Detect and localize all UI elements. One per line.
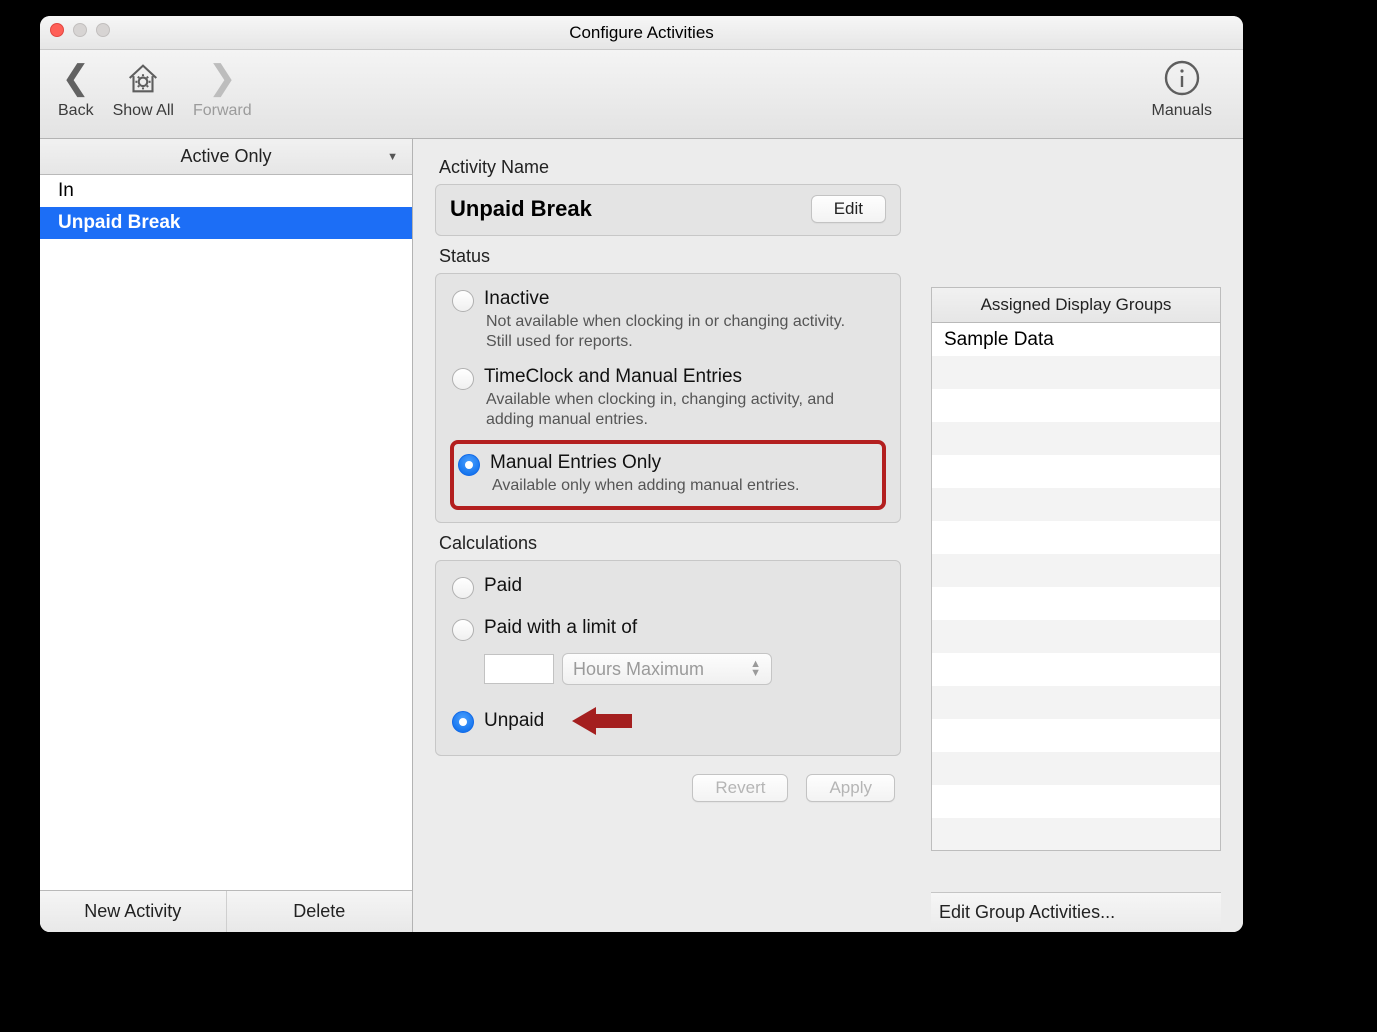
select-value: Hours Maximum (573, 659, 704, 680)
status-option-timeclock-manual[interactable]: TimeClock and Manual Entries Available w… (450, 362, 886, 434)
window-title: Configure Activities (569, 23, 714, 43)
option-title: TimeClock and Manual Entries (484, 366, 866, 388)
group-row (932, 389, 1220, 422)
traffic-lights (50, 23, 110, 37)
body: Active Only ▼ In Unpaid Break New Activi… (40, 139, 1243, 932)
revert-button: Revert (692, 774, 788, 802)
list-item[interactable]: Unpaid Break (40, 207, 412, 239)
manuals-label: Manuals (1152, 102, 1212, 120)
groups-list: Sample Data (931, 323, 1221, 851)
calc-option-unpaid[interactable]: Unpaid (450, 699, 886, 743)
activity-name-label: Activity Name (439, 157, 901, 178)
option-title: Paid with a limit of (484, 617, 637, 639)
activity-list: In Unpaid Break (40, 175, 412, 890)
forward-button: ❯ Forward (193, 56, 252, 120)
option-desc: Available only when adding manual entrie… (492, 476, 799, 496)
limit-value-input[interactable] (484, 654, 554, 684)
option-desc: Available when clocking in, changing act… (486, 390, 866, 430)
calc-option-paid[interactable]: Paid (450, 571, 886, 603)
group-row (932, 587, 1220, 620)
show-all-button[interactable]: Show All (113, 56, 174, 120)
status-panel: Inactive Not available when clocking in … (435, 273, 901, 523)
group-row[interactable]: Sample Data (932, 323, 1220, 356)
info-icon (1162, 56, 1202, 100)
arrow-annotation-icon (572, 703, 632, 739)
group-row (932, 356, 1220, 389)
group-row (932, 521, 1220, 554)
group-row (932, 554, 1220, 587)
edit-button[interactable]: Edit (811, 195, 886, 223)
sidebar: Active Only ▼ In Unpaid Break New Activi… (40, 139, 413, 932)
radio-icon (458, 454, 480, 476)
edit-group-activities-button[interactable]: Edit Group Activities... (931, 892, 1221, 932)
list-item[interactable]: In (40, 175, 412, 207)
highlight-annotation: Manual Entries Only Available only when … (450, 440, 886, 510)
new-activity-button[interactable]: New Activity (40, 891, 227, 932)
main: Activity Name Unpaid Break Edit Status I… (413, 139, 1243, 932)
close-icon[interactable] (50, 23, 64, 37)
status-option-manual-only[interactable]: Manual Entries Only Available only when … (456, 448, 876, 500)
toolbar: ❮ Back Show All ❯ Forward (40, 50, 1243, 139)
status-label: Status (439, 246, 901, 267)
group-row (932, 818, 1220, 851)
radio-icon (452, 711, 474, 733)
zoom-icon[interactable] (96, 23, 110, 37)
group-row (932, 455, 1220, 488)
group-row (932, 488, 1220, 521)
option-title: Unpaid (484, 710, 544, 732)
window: Configure Activities ❮ Back (40, 16, 1243, 932)
titlebar: Configure Activities (40, 16, 1243, 50)
group-row (932, 785, 1220, 818)
forward-label: Forward (193, 102, 252, 120)
group-row (932, 752, 1220, 785)
calc-option-paid-limit[interactable]: Paid with a limit of (450, 613, 886, 645)
chevron-left-icon: ❮ (62, 56, 91, 100)
option-desc: Not available when clocking in or changi… (486, 312, 866, 352)
back-button[interactable]: ❮ Back (58, 56, 94, 120)
caret-down-icon: ▼ (387, 151, 398, 163)
group-row (932, 686, 1220, 719)
filter-dropdown[interactable]: Active Only ▼ (40, 139, 412, 175)
group-row (932, 620, 1220, 653)
calculations-label: Calculations (439, 533, 901, 554)
activity-name-panel: Unpaid Break Edit (435, 184, 901, 236)
chevron-right-icon: ❯ (208, 56, 237, 100)
limit-unit-select[interactable]: Hours Maximum ▲▼ (562, 653, 772, 685)
radio-icon (452, 368, 474, 390)
group-row (932, 653, 1220, 686)
show-all-label: Show All (113, 102, 174, 120)
house-gear-icon (124, 59, 162, 97)
filter-label: Active Only (180, 146, 271, 167)
group-row (932, 422, 1220, 455)
radio-icon (452, 577, 474, 599)
minimize-icon[interactable] (73, 23, 87, 37)
groups-header: Assigned Display Groups (931, 287, 1221, 323)
calculations-panel: Paid Paid with a limit of Hours Maximum (435, 560, 901, 756)
delete-button[interactable]: Delete (227, 891, 413, 932)
manuals-button[interactable]: Manuals (1152, 56, 1212, 120)
activity-name-value: Unpaid Break (450, 196, 592, 222)
sidebar-footer: New Activity Delete (40, 890, 412, 932)
apply-button: Apply (806, 774, 895, 802)
option-title: Inactive (484, 288, 866, 310)
stepper-arrows-icon: ▲▼ (750, 660, 761, 678)
status-option-inactive[interactable]: Inactive Not available when clocking in … (450, 284, 886, 356)
radio-icon (452, 619, 474, 641)
group-row (932, 719, 1220, 752)
option-title: Paid (484, 575, 522, 597)
option-title: Manual Entries Only (490, 452, 799, 474)
back-label: Back (58, 102, 94, 120)
radio-icon (452, 290, 474, 312)
